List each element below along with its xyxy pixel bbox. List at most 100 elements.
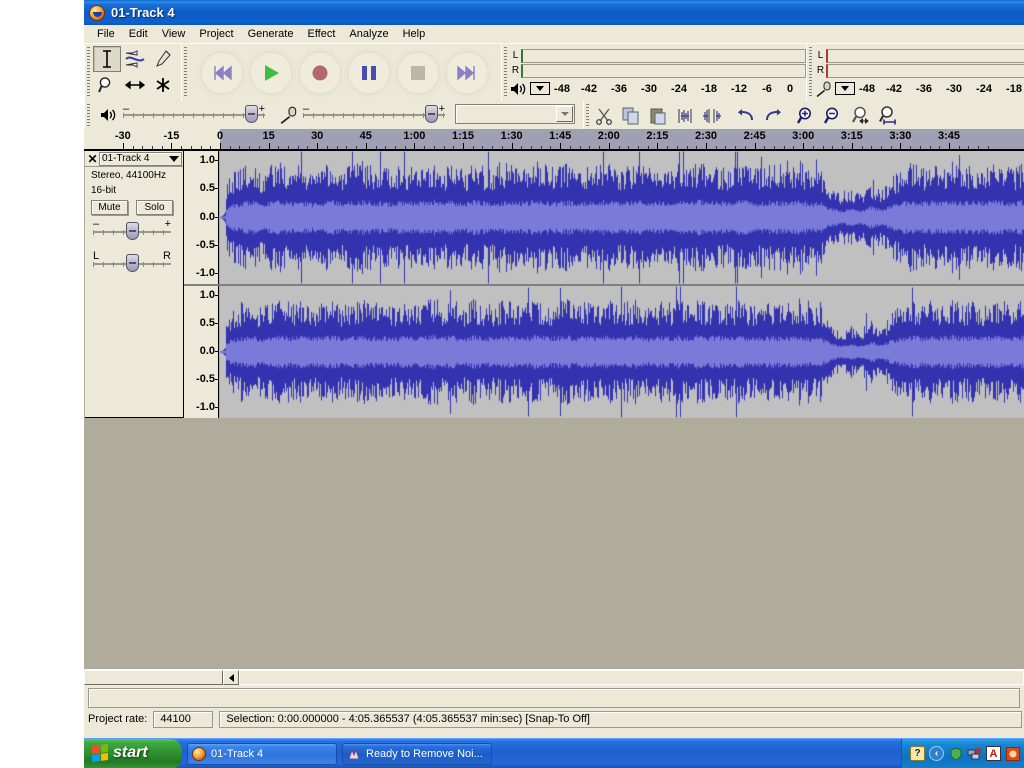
ruler-major-tick (511, 143, 513, 149)
timeline-ruler[interactable]: -30 -15 0 15 30 45 1:00 1:15 1:30 1:45 2:00 2:15 2:3… (84, 129, 1024, 151)
timeshift-tool[interactable] (121, 72, 149, 98)
input-meter[interactable]: L R -48 -42 -36 -30 -24 -18 (813, 44, 1024, 101)
ruler-major-tick (706, 143, 707, 149)
solo-button[interactable]: Solo (136, 200, 173, 215)
microphone-icon (816, 81, 831, 97)
cut-button[interactable] (590, 103, 617, 128)
fit-project-button[interactable] (874, 103, 901, 128)
close-icon[interactable]: ✕ (86, 152, 99, 166)
mixer-toolbar-grip[interactable] (84, 101, 91, 129)
horizontal-scrollbar[interactable] (84, 669, 1024, 685)
ruler-major-tick (803, 143, 805, 149)
pan-right-label: R (163, 250, 171, 262)
vertical-ruler-label: 0.0 (199, 345, 215, 357)
waveform-left-channel[interactable] (220, 151, 1024, 284)
output-volume-slider[interactable]: – + (123, 103, 265, 126)
taskbar-button-audacity[interactable]: 01-Track 4 (187, 742, 337, 765)
audio-track[interactable]: ✕ 01-Track 4 Stereo, 44100Hz 16-bit Mute… (84, 151, 1024, 419)
track-format-line2: 16-bit (91, 185, 117, 196)
ruler-major-tick (171, 143, 173, 149)
chevron-down-icon[interactable] (169, 156, 179, 162)
skip-to-end-button[interactable] (443, 48, 491, 97)
network-disconnected-icon[interactable] (967, 746, 982, 761)
menu-file[interactable]: File (90, 27, 122, 41)
track-gain-slider[interactable]: – + (93, 218, 171, 243)
menu-effect[interactable]: Effect (300, 27, 342, 41)
track-pan-slider[interactable]: L R (93, 250, 171, 275)
ruler-major-tick (949, 143, 950, 149)
meter-toolbar-grip[interactable] (501, 44, 508, 101)
app-icon (348, 748, 360, 759)
track-control-panel[interactable]: ✕ 01-Track 4 Stereo, 44100Hz 16-bit Mute… (85, 151, 184, 418)
selection-tool[interactable] (93, 46, 121, 72)
menu-edit[interactable]: Edit (122, 27, 155, 41)
green-shield-icon[interactable] (948, 746, 963, 761)
input-source-select[interactable] (455, 104, 575, 124)
play-button[interactable] (247, 48, 295, 97)
edit-toolbar-grip[interactable] (583, 101, 590, 129)
redo-button[interactable] (759, 103, 786, 128)
menu-project[interactable]: Project (192, 27, 240, 41)
track-area[interactable]: ✕ 01-Track 4 Stereo, 44100Hz 16-bit Mute… (84, 151, 1024, 669)
hscroll-left-arrow[interactable] (223, 670, 239, 685)
zoom-tool[interactable] (93, 72, 121, 98)
hscroll-trough[interactable] (239, 670, 1024, 685)
menu-help[interactable]: Help (396, 27, 433, 41)
fit-selection-button[interactable] (847, 103, 874, 128)
ruler-minor-tick (968, 146, 970, 149)
font-manager-icon[interactable]: A (986, 746, 1001, 761)
vertical-ruler-tick (215, 295, 218, 296)
skip-to-start-button[interactable] (198, 48, 246, 97)
ruler-minor-tick (443, 146, 445, 149)
ruler-minor-tick (424, 146, 426, 149)
stop-button[interactable] (394, 48, 442, 97)
speaker-icon (101, 109, 116, 121)
input-meter-grip[interactable] (806, 44, 813, 101)
pause-button[interactable] (345, 48, 393, 97)
input-meter-track-l (826, 48, 1024, 63)
zoom-out-button[interactable] (820, 103, 847, 128)
zoom-in-button[interactable] (793, 103, 820, 128)
ruler-minor-tick (647, 146, 649, 149)
taskbar-button-remove-noise[interactable]: Ready to Remove Noi... (342, 742, 492, 765)
help-icon[interactable]: ? (910, 746, 925, 761)
input-volume-knob[interactable] (425, 105, 438, 123)
mute-button[interactable]: Mute (91, 200, 128, 215)
orange-app-icon[interactable] (1005, 746, 1020, 761)
track-gain-knob[interactable] (126, 222, 139, 240)
control-toolbar (188, 44, 491, 101)
ruler-minor-tick (764, 146, 766, 149)
menu-generate[interactable]: Generate (241, 27, 301, 41)
start-button[interactable]: start (84, 738, 182, 768)
ruler-minor-tick (987, 146, 989, 149)
paste-button[interactable] (644, 103, 671, 128)
copy-button[interactable] (617, 103, 644, 128)
draw-tool[interactable] (149, 46, 177, 72)
ruler-minor-tick (531, 146, 533, 149)
track-pan-knob[interactable] (126, 254, 139, 272)
chevron-down-icon[interactable] (556, 106, 573, 122)
output-meter[interactable]: L R -48 -42 -36 -30 -24 -18 -12 -6 0 (508, 44, 806, 101)
record-button[interactable] (296, 48, 344, 97)
envelope-tool[interactable] (121, 46, 149, 72)
tools-toolbar-grip[interactable] (84, 44, 91, 101)
input-meter-menu-button[interactable] (835, 82, 855, 95)
ruler-minor-tick (550, 146, 552, 149)
project-rate-field[interactable]: 44100 (153, 710, 214, 728)
trim-button[interactable] (671, 103, 698, 128)
ruler-minor-tick (501, 146, 503, 149)
undo-button[interactable] (732, 103, 759, 128)
output-meter-menu-button[interactable] (530, 82, 550, 95)
waveform-right-channel[interactable] (220, 286, 1024, 418)
control-toolbar-grip[interactable] (181, 44, 188, 101)
silence-button[interactable] (698, 103, 725, 128)
track-name-dropdown[interactable]: 01-Track 4 (99, 151, 182, 166)
menu-view[interactable]: View (155, 27, 193, 41)
hscroll-thumb[interactable] (84, 670, 223, 685)
show-hidden-icons-chevron[interactable]: ‹ (929, 746, 944, 761)
menu-analyze[interactable]: Analyze (342, 27, 395, 41)
multi-tool[interactable] (149, 72, 177, 98)
output-volume-knob[interactable] (245, 105, 258, 123)
input-volume-slider[interactable]: – + (303, 103, 445, 126)
ruler-minor-tick (482, 146, 484, 149)
